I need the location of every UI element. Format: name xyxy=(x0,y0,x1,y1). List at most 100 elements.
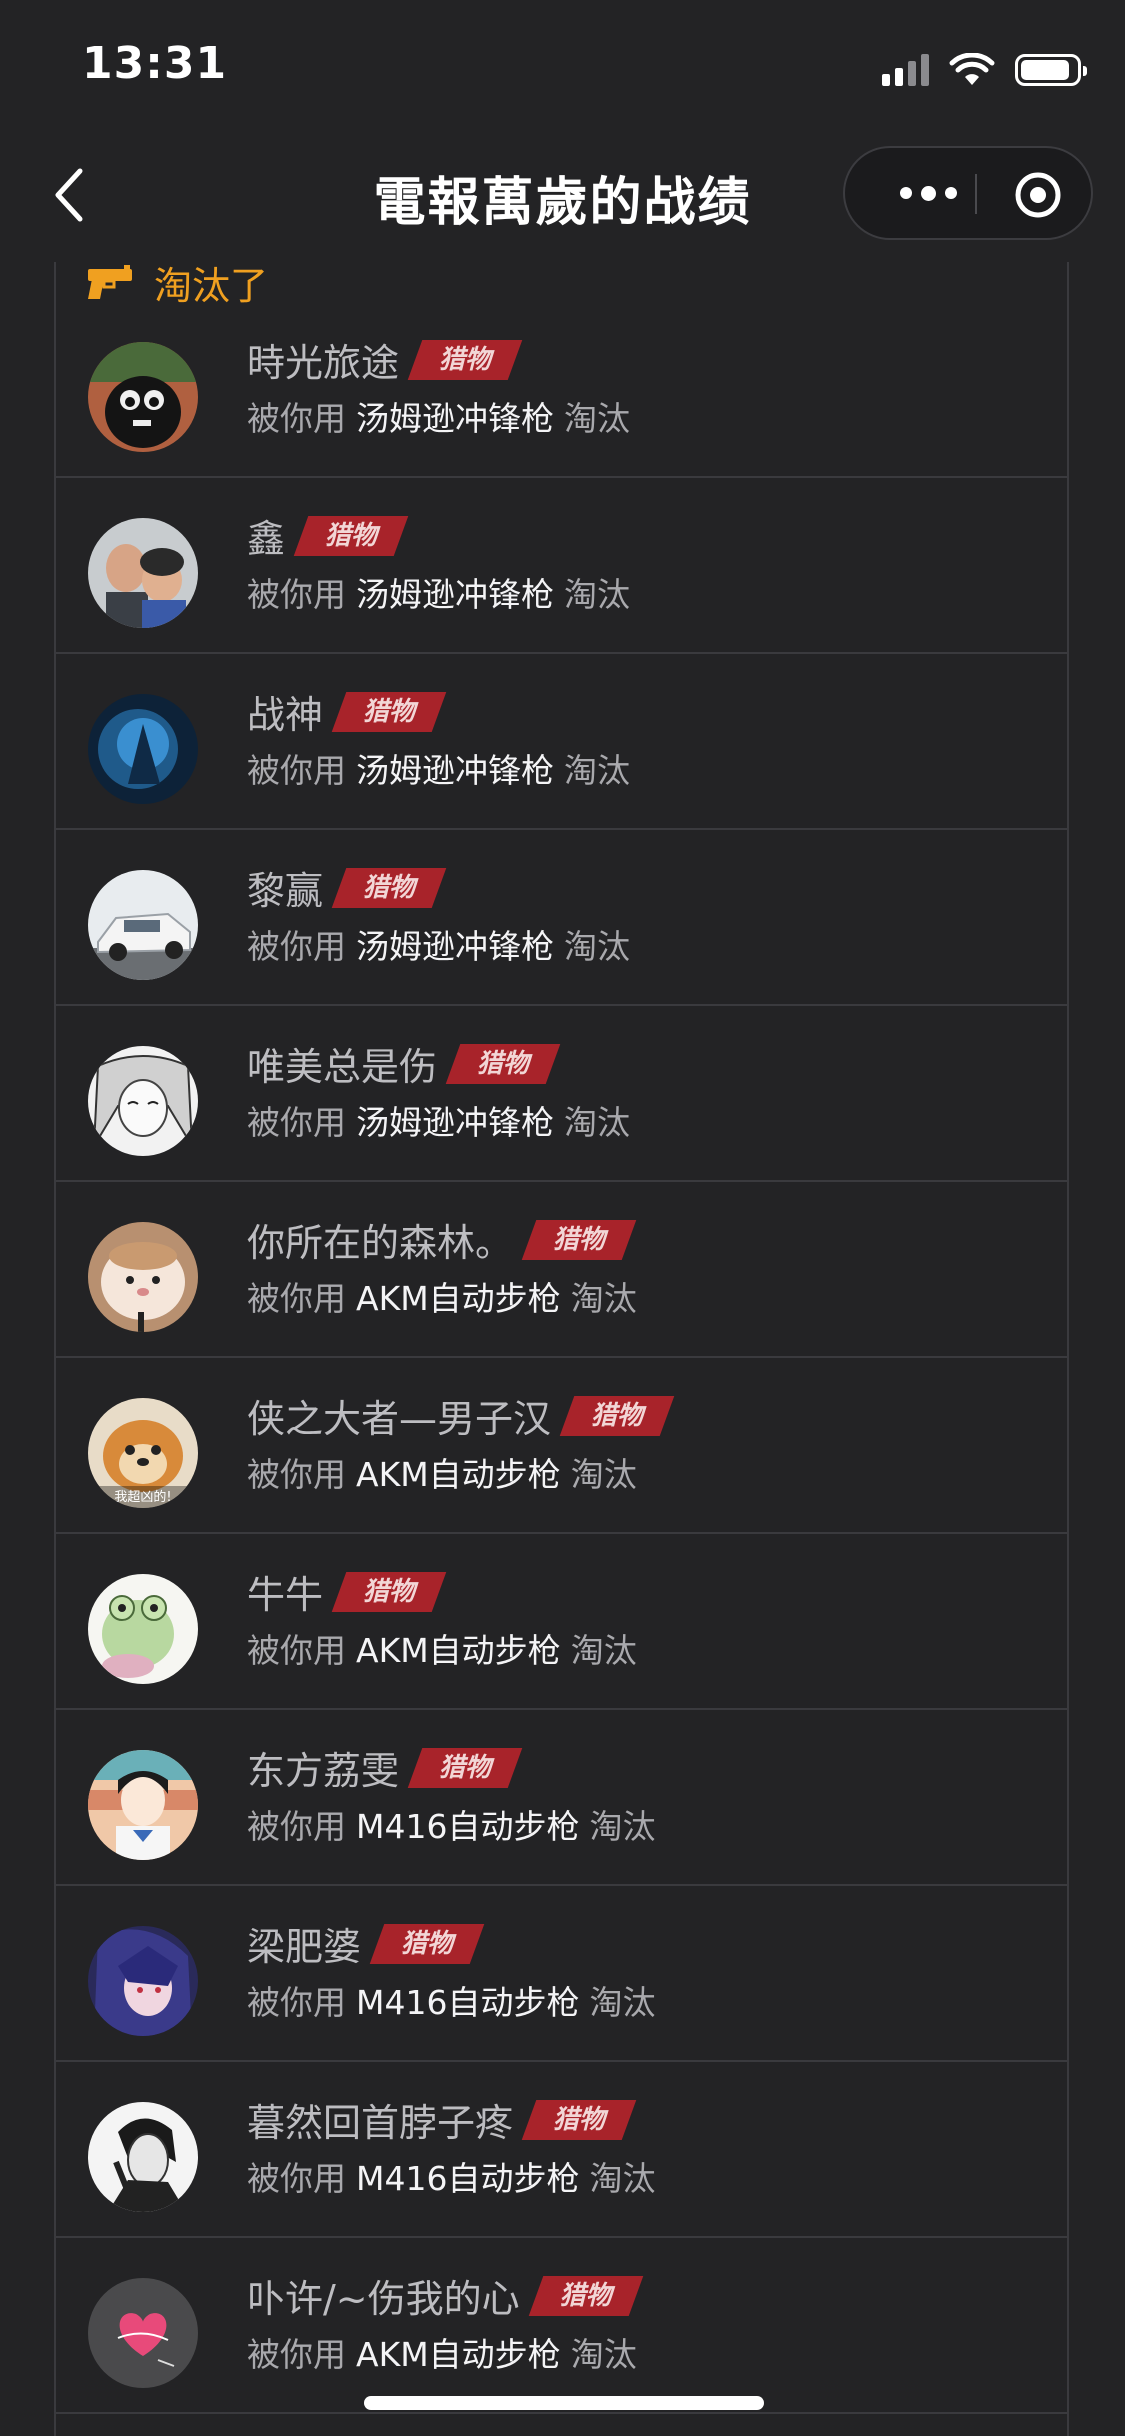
weapon-name: 汤姆逊冲锋枪 xyxy=(356,399,554,438)
prey-tag: 猎物 xyxy=(377,1924,477,1964)
prey-tag: 猎物 xyxy=(415,1748,515,1788)
status-icons xyxy=(882,50,1087,90)
prey-tag: 猎物 xyxy=(567,1396,667,1436)
signal-icon xyxy=(882,54,929,86)
kill-description: 被你用 AKM自动步枪 淘汰 xyxy=(247,2335,637,2374)
name-line: 暮然回首脖子疼 猎物 xyxy=(247,2092,629,2147)
avatar xyxy=(88,1574,198,1684)
name-line: 黎赢 猎物 xyxy=(247,860,439,915)
player-name: 你所在的森林。 xyxy=(247,1221,514,1265)
player-name: 時光旅途 xyxy=(247,341,400,385)
kill-description: 被你用 M416自动步枪 淘汰 xyxy=(247,1807,656,1846)
section-header: 淘汰了 xyxy=(86,262,268,308)
prey-tag: 猎物 xyxy=(301,516,401,556)
weapon-name: AKM自动步枪 xyxy=(356,1631,561,1670)
prey-tag: 猎物 xyxy=(339,868,439,908)
prey-tag: 猎物 xyxy=(529,2100,629,2140)
kill-description: 被你用 AKM自动步枪 淘汰 xyxy=(247,1279,637,1318)
kill-row[interactable]: 時光旅途 猎物 被你用 汤姆逊冲锋枪 淘汰 xyxy=(56,302,1067,478)
kill-row[interactable]: 梁肥婆 猎物 被你用 M416自动步枪 淘汰 xyxy=(56,1886,1067,2062)
kill-description: 被你用 汤姆逊冲锋枪 淘汰 xyxy=(247,1103,630,1142)
name-line: 時光旅途 猎物 xyxy=(247,332,515,387)
name-line: 鑫 猎物 xyxy=(247,508,401,563)
close-target-icon[interactable] xyxy=(1013,170,1063,220)
weapon-name: 汤姆逊冲锋枪 xyxy=(356,927,554,966)
player-name: 牛牛 xyxy=(247,1573,324,1617)
avatar xyxy=(88,518,198,628)
name-line: 你所在的森林。 猎物 xyxy=(247,1212,629,1267)
kill-description: 被你用 AKM自动步枪 淘汰 xyxy=(247,1631,637,1670)
weapon-name: 汤姆逊冲锋枪 xyxy=(356,1103,554,1142)
kill-row[interactable]: 鑫 猎物 被你用 汤姆逊冲锋枪 淘汰 xyxy=(56,478,1067,654)
avatar xyxy=(88,694,198,804)
more-dot-icon xyxy=(920,185,936,201)
home-indicator xyxy=(364,2396,764,2410)
kill-description: 被你用 M416自动步枪 淘汰 xyxy=(247,2159,656,2198)
kill-description: 被你用 汤姆逊冲锋枪 淘汰 xyxy=(247,399,630,438)
avatar xyxy=(88,870,198,980)
prey-tag: 猎物 xyxy=(536,2276,636,2316)
kill-description: 被你用 AKM自动步枪 淘汰 xyxy=(247,1455,637,1494)
name-line: 唯美总是伤 猎物 xyxy=(247,1036,553,1091)
weapon-name: M416自动步枪 xyxy=(356,1807,580,1846)
player-name: 卟许/~伤我的心 xyxy=(247,2277,520,2321)
player-name: 侠之大者—男子汉 xyxy=(247,1397,552,1441)
kill-row[interactable]: 唯美总是伤 猎物 被你用 汤姆逊冲锋枪 淘汰 xyxy=(56,1006,1067,1182)
prey-tag: 猎物 xyxy=(453,1044,553,1084)
gun-icon xyxy=(88,265,132,299)
avatar: 我超凶的! xyxy=(88,1398,198,1508)
name-line: 牛牛 猎物 xyxy=(247,1564,439,1619)
kill-row[interactable]: 卟许/~伤我的心 猎物 被你用 AKM自动步枪 淘汰 xyxy=(56,2238,1067,2414)
player-name: 东方荔雯 xyxy=(247,1749,400,1793)
weapon-name: M416自动步枪 xyxy=(356,2159,580,2198)
prey-tag: 猎物 xyxy=(415,340,515,380)
mini-program-capsule xyxy=(843,146,1093,240)
kill-row[interactable]: 暮然回首脖子疼 猎物 被你用 M416自动步枪 淘汰 xyxy=(56,2062,1067,2238)
weapon-name: AKM自动步枪 xyxy=(356,1455,561,1494)
kill-description: 被你用 汤姆逊冲锋枪 淘汰 xyxy=(247,575,630,614)
wifi-icon xyxy=(949,53,995,85)
avatar-caption: 我超凶的! xyxy=(114,1490,172,1505)
kill-row[interactable]: 黎赢 猎物 被你用 汤姆逊冲锋枪 淘汰 xyxy=(56,830,1067,1006)
more-dot-icon xyxy=(944,187,957,199)
kill-description: 被你用 M416自动步枪 淘汰 xyxy=(247,1983,656,2022)
app-screen: 13:31 電報萬歲的战绩 淘汰了 時光旅途 猎物 被你用 汤姆逊冲锋枪 淘汰 … xyxy=(0,0,1125,2436)
player-name: 战神 xyxy=(247,693,324,737)
weapon-name: M416自动步枪 xyxy=(356,1983,580,2022)
prey-tag: 猎物 xyxy=(339,1572,439,1612)
avatar xyxy=(88,1750,198,1860)
kill-list-panel: 淘汰了 時光旅途 猎物 被你用 汤姆逊冲锋枪 淘汰 鑫 猎物 被你用 汤姆逊冲锋… xyxy=(54,262,1069,2436)
kill-row[interactable]: 我超凶的! 侠之大者—男子汉 猎物 被你用 AKM自动步枪 淘汰 xyxy=(56,1358,1067,1534)
name-line: 侠之大者—男子汉 猎物 xyxy=(247,1388,667,1443)
avatar xyxy=(88,1926,198,2036)
name-line: 东方荔雯 猎物 xyxy=(247,1740,515,1795)
avatar xyxy=(88,1046,198,1156)
more-button[interactable] xyxy=(883,148,973,238)
kill-row[interactable]: 牛牛 猎物 被你用 AKM自动步枪 淘汰 xyxy=(56,1534,1067,1710)
kill-row[interactable]: 你所在的森林。 猎物 被你用 AKM自动步枪 淘汰 xyxy=(56,1182,1067,1358)
prey-tag: 猎物 xyxy=(529,1220,629,1260)
avatar xyxy=(88,2278,198,2388)
avatar xyxy=(88,1222,198,1332)
prey-tag: 猎物 xyxy=(339,692,439,732)
weapon-name: 汤姆逊冲锋枪 xyxy=(356,575,554,614)
kill-description: 被你用 汤姆逊冲锋枪 淘汰 xyxy=(247,751,630,790)
name-line: 战神 猎物 xyxy=(247,684,439,739)
avatar xyxy=(88,342,198,452)
weapon-name: AKM自动步枪 xyxy=(356,2335,561,2374)
player-name: 鑫 xyxy=(247,517,286,561)
player-name: 暮然回首脖子疼 xyxy=(247,2101,514,2145)
kill-row[interactable]: 东方荔雯 猎物 被你用 M416自动步枪 淘汰 xyxy=(56,1710,1067,1886)
player-name: 梁肥婆 xyxy=(247,1925,362,1969)
capsule-divider xyxy=(975,174,977,214)
kill-description: 被你用 汤姆逊冲锋枪 淘汰 xyxy=(247,927,630,966)
navigation-bar: 電報萬歲的战绩 xyxy=(0,130,1125,260)
name-line: 卟许/~伤我的心 猎物 xyxy=(247,2268,636,2323)
status-bar: 13:31 xyxy=(0,0,1125,130)
weapon-name: AKM自动步枪 xyxy=(356,1279,561,1318)
player-name: 黎赢 xyxy=(247,869,324,913)
player-name: 唯美总是伤 xyxy=(247,1045,438,1089)
more-dot-icon xyxy=(899,187,912,199)
kill-row[interactable]: 战神 猎物 被你用 汤姆逊冲锋枪 淘汰 xyxy=(56,654,1067,830)
avatar xyxy=(88,2102,198,2212)
